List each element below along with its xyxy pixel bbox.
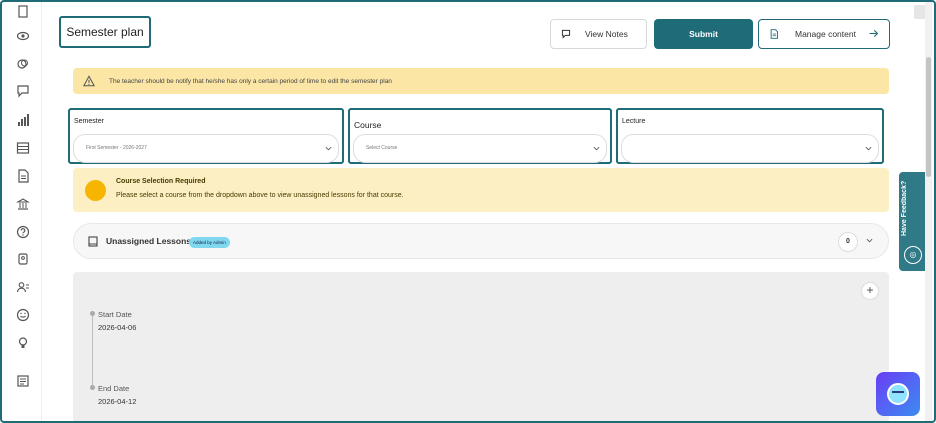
scrollbar[interactable] (925, 2, 932, 421)
tag-icon[interactable] (16, 252, 30, 266)
view-notes-label: View Notes (585, 29, 628, 39)
chatbot-button[interactable] (876, 372, 920, 416)
warning-banner: The teacher should be notify that he/she… (73, 68, 889, 94)
bulb-icon[interactable] (16, 336, 30, 350)
course-selector: Course Select Course (348, 108, 612, 164)
bar-chart-icon[interactable] (16, 113, 30, 127)
chat-icon[interactable] (16, 84, 30, 98)
robot-icon (887, 383, 909, 405)
semester-label: Semester (74, 118, 104, 125)
lecture-label: Lecture (622, 118, 646, 125)
timeline-node-start (90, 311, 95, 316)
week-timeline: + Start Date 2026-04-06 End Date 2026-04… (73, 272, 889, 421)
table-icon[interactable] (16, 141, 30, 155)
course-select[interactable]: Select Course (353, 134, 607, 163)
app-window: Semester plan View Notes Submit Manage c… (0, 0, 936, 423)
page-title: Semester plan (59, 16, 151, 48)
timeline-node-end (90, 385, 95, 390)
end-date-value: 2026-04-12 (98, 397, 137, 406)
added-by-admin-badge: Added by Admin (189, 237, 230, 248)
manage-content-button[interactable]: Manage content (758, 19, 890, 49)
semester-selector: Semester First Semester - 2026-2027 (68, 108, 344, 164)
book-icon[interactable] (16, 5, 30, 19)
arrow-right-icon (869, 29, 879, 38)
view-notes-button[interactable]: View Notes (550, 19, 647, 49)
add-button[interactable]: + (861, 282, 879, 300)
end-date-label: End Date (98, 384, 130, 393)
semester-select[interactable]: First Semester - 2026-2027 (73, 134, 339, 163)
sidebar (4, 2, 42, 421)
robot-eyes (892, 391, 904, 394)
chevron-down-icon (325, 146, 332, 151)
users-icon[interactable] (16, 280, 30, 294)
notice-title: Course Selection Required (116, 178, 206, 185)
notice-message: Please select a course from the dropdown… (116, 192, 404, 199)
chevron-down-icon (865, 146, 872, 151)
start-date-value: 2026-04-06 (98, 323, 137, 332)
start-date-label: Start Date (98, 310, 132, 319)
manage-content-label: Manage content (795, 29, 856, 39)
course-value: Select Course (366, 145, 398, 151)
main-content: Semester plan View Notes Submit Manage c… (43, 2, 929, 421)
chevron-down-icon[interactable] (866, 238, 873, 243)
timeline-line (92, 314, 93, 388)
lecture-selector: Lecture (616, 108, 884, 164)
lessons-count-badge: 0 (838, 232, 858, 252)
document-icon (770, 29, 779, 39)
notes-icon[interactable] (16, 374, 30, 388)
warning-icon (83, 75, 95, 87)
document-icon[interactable] (16, 169, 30, 183)
chevron-down-icon (593, 146, 600, 151)
book-icon (88, 236, 98, 247)
chat-icon (561, 29, 571, 39)
lecture-select[interactable] (621, 134, 879, 163)
eye-icon[interactable] (16, 29, 30, 43)
submit-button[interactable]: Submit (654, 19, 753, 49)
scrollbar-thumb[interactable] (926, 57, 931, 177)
target-icon: ◎ (904, 246, 922, 264)
bank-icon[interactable] (16, 197, 30, 211)
smile-icon[interactable] (16, 308, 30, 322)
warning-text: The teacher should be notify that he/she… (109, 77, 392, 85)
lessons-title: Unassigned Lessons (106, 236, 192, 246)
help-icon[interactable] (16, 225, 30, 239)
semester-value: First Semester - 2026-2027 (86, 145, 147, 151)
feedback-label: Have Feedback? (901, 180, 908, 236)
course-required-notice: Course Selection Required Please select … (73, 168, 889, 212)
course-label: Course (354, 120, 382, 130)
info-dot-icon (85, 180, 106, 201)
layers-icon[interactable] (16, 57, 30, 71)
unassigned-lessons-panel[interactable]: Unassigned Lessons Added by Admin 0 (73, 223, 889, 259)
feedback-tab[interactable]: Have Feedback? ◎ (899, 172, 928, 271)
